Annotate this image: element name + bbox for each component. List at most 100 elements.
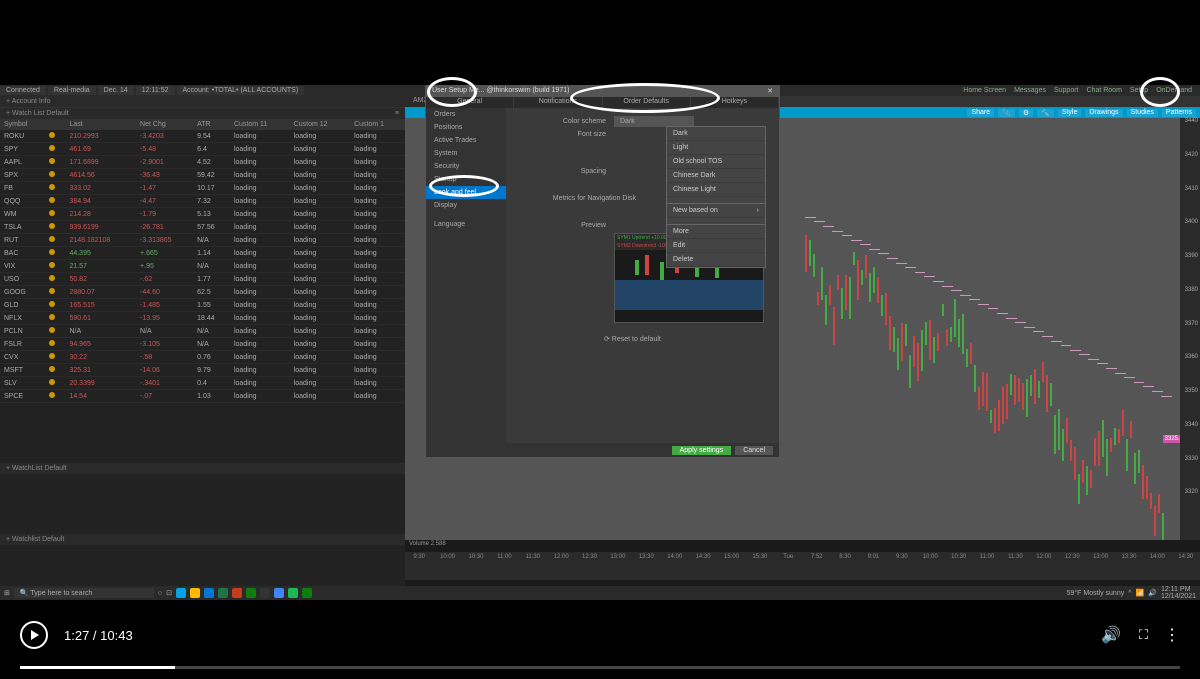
settings-sidebar-item[interactable]: System: [426, 147, 506, 160]
modal-tab[interactable]: Order Defaults: [603, 97, 691, 108]
watchlist-row[interactable]: PCLNN/AN/AN/Aloadingloadingloading: [0, 325, 405, 338]
settings-sidebar-item[interactable]: Language: [426, 218, 506, 231]
watchlist-3-header[interactable]: + Watchlist Default: [0, 534, 405, 545]
chart-toolbar-button[interactable]: Studies: [1127, 109, 1158, 117]
watchlist-row[interactable]: RUT2148.182108-3.313865N/Aloadingloading…: [0, 234, 405, 247]
column-header[interactable]: Custom 1: [350, 119, 405, 130]
color-scheme-option[interactable]: Edit: [667, 239, 765, 253]
chart-toolbar-button[interactable]: Style: [1058, 109, 1082, 117]
color-scheme-option[interactable]: Delete: [667, 253, 765, 267]
account-selector[interactable]: Account: •TOTAL• (ALL ACCOUNTS): [177, 86, 305, 95]
start-icon[interactable]: ⊞: [4, 589, 10, 597]
watchlist-row[interactable]: TSLA939.6199-26.78157.56loadingloadinglo…: [0, 221, 405, 234]
watchlist-row[interactable]: ROKU210.2993-3.42039.54loadingloadingloa…: [0, 130, 405, 143]
volume-icon[interactable]: 🔊: [1148, 589, 1157, 597]
tray-chevron-icon[interactable]: ^: [1128, 590, 1131, 597]
watchlist-row[interactable]: FB333.02-1.4710.17loadingloadingloading: [0, 182, 405, 195]
watchlist-header[interactable]: + Watch List Default ≡: [0, 108, 405, 119]
wifi-icon[interactable]: 📶: [1136, 589, 1145, 597]
column-header[interactable]: Custom 12: [290, 119, 350, 130]
explorer-icon[interactable]: [190, 588, 200, 598]
color-scheme-option[interactable]: Chinese Dark: [667, 169, 765, 183]
column-header[interactable]: ATR: [193, 119, 230, 130]
chart-toolbar-button[interactable]: ⚙: [1019, 109, 1033, 117]
volume-icon[interactable]: 🔊: [1101, 625, 1121, 645]
column-header[interactable]: Net Chg: [136, 119, 193, 130]
video-progress[interactable]: [20, 666, 1180, 669]
task-view-icon[interactable]: ○: [158, 590, 162, 597]
settings-sidebar-item[interactable]: Orders: [426, 108, 506, 121]
watchlist-row[interactable]: SLV20.3399-.34010.4loadingloadingloading: [0, 377, 405, 390]
app-icon[interactable]: [260, 588, 270, 598]
tos-icon[interactable]: [302, 588, 312, 598]
watchlist-2-header[interactable]: + WatchList Default: [0, 463, 405, 474]
powerpoint-icon[interactable]: [232, 588, 242, 598]
weather-widget[interactable]: 59°F Mostly sunny: [1067, 590, 1125, 597]
more-icon[interactable]: ⋮: [1164, 625, 1180, 645]
settings-sidebar-item[interactable]: Display: [426, 199, 506, 212]
messages-link[interactable]: Messages: [1014, 87, 1046, 94]
chat-room-link[interactable]: Chat Room: [1087, 87, 1122, 94]
column-header[interactable]: Symbol: [0, 119, 45, 130]
color-scheme-option[interactable]: [667, 197, 765, 204]
column-header[interactable]: Last: [65, 119, 136, 130]
play-button[interactable]: [20, 621, 48, 649]
edge-icon[interactable]: [176, 588, 186, 598]
settings-sidebar-item[interactable]: Look and feel: [426, 186, 506, 199]
ondemand-link[interactable]: OnDemand: [1156, 87, 1192, 94]
color-scheme-option[interactable]: Chinese Light: [667, 183, 765, 197]
color-scheme-option[interactable]: Dark: [667, 127, 765, 141]
home-screen-link[interactable]: Home Screen: [963, 87, 1006, 94]
apply-settings-button[interactable]: Apply settings: [672, 446, 732, 455]
watchlist-row[interactable]: QQQ384.94-4.477.32loadingloadingloading: [0, 195, 405, 208]
color-scheme-option[interactable]: More: [667, 225, 765, 239]
cancel-button[interactable]: Cancel: [735, 446, 773, 455]
watchlist-row[interactable]: SPCE14.54-.071.03loadingloadingloading: [0, 390, 405, 403]
color-scheme-option[interactable]: Old school TOS: [667, 155, 765, 169]
xbox-icon[interactable]: [246, 588, 256, 598]
modal-tab[interactable]: Notifications: [514, 97, 602, 108]
color-scheme-option[interactable]: Light: [667, 141, 765, 155]
watchlist-row[interactable]: NFLX590.61-13.9518.44loadingloadingloadi…: [0, 312, 405, 325]
watchlist-row[interactable]: MSFT325.31-14.069.79loadingloadingloadin…: [0, 364, 405, 377]
taskbar-search[interactable]: 🔍 Type here to search: [14, 588, 154, 598]
chrome-icon[interactable]: [274, 588, 284, 598]
chart-toolbar-button[interactable]: Patterns: [1162, 109, 1196, 117]
watchlist-row[interactable]: FSLR94.965-3.105N/Aloadingloadingloading: [0, 338, 405, 351]
support-link[interactable]: Support: [1054, 87, 1079, 94]
clock[interactable]: 12:11 PM12/14/2021: [1161, 586, 1196, 600]
close-icon[interactable]: ✕: [767, 87, 773, 96]
column-header[interactable]: Custom 11: [230, 119, 290, 130]
spotify-icon[interactable]: [288, 588, 298, 598]
modal-tab[interactable]: Hotkeys: [691, 97, 779, 108]
chart-toolbar-button[interactable]: Share: [967, 109, 994, 117]
watchlist-row[interactable]: CVX30.22-.580.76loadingloadingloading: [0, 351, 405, 364]
modal-tab[interactable]: General: [426, 97, 514, 108]
settings-sidebar-item[interactable]: Startup: [426, 173, 506, 186]
watchlist-row[interactable]: GLD165.515-1.4851.55loadingloadingloadin…: [0, 299, 405, 312]
fullscreen-exit-icon[interactable]: ⛶: [1139, 627, 1146, 643]
color-scheme-option[interactable]: [667, 218, 765, 225]
watchlist-row[interactable]: WM214.28-1.795.13loadingloadingloading: [0, 208, 405, 221]
settings-sidebar-item[interactable]: Active Trades: [426, 134, 506, 147]
column-header[interactable]: [45, 119, 65, 130]
watchlist-row[interactable]: VIX21.57+.95N/Aloadingloadingloading: [0, 260, 405, 273]
setup-link[interactable]: Setup: [1130, 87, 1148, 94]
settings-sidebar-item[interactable]: Security: [426, 160, 506, 173]
chart-toolbar-button[interactable]: Drawings: [1085, 109, 1122, 117]
chart-toolbar-button[interactable]: 🔧: [1037, 109, 1054, 117]
color-scheme-option[interactable]: New based on: [667, 204, 765, 218]
watchlist-row[interactable]: AAPL171.6899-2.90014.52loadingloadingloa…: [0, 156, 405, 169]
watchlist-row[interactable]: SPY461.69-5.486.4loadingloadingloading: [0, 143, 405, 156]
excel-icon[interactable]: [218, 588, 228, 598]
watchlist-row[interactable]: BAC44.395+.6651.14loadingloadingloading: [0, 247, 405, 260]
cortana-icon[interactable]: ⊡: [166, 589, 172, 597]
reset-default-link[interactable]: ⟳ Reset to default: [604, 336, 661, 343]
watchlist-settings-icon[interactable]: ≡: [395, 110, 399, 117]
watchlist-row[interactable]: GOOG2880.07-44.6062.5loadingloadingloadi…: [0, 286, 405, 299]
settings-sidebar-item[interactable]: Positions: [426, 121, 506, 134]
watchlist-row[interactable]: USO50.82-.621.77loadingloadingloading: [0, 273, 405, 286]
chart-toolbar-button[interactable]: 📎: [998, 109, 1015, 117]
mail-icon[interactable]: [204, 588, 214, 598]
watchlist-row[interactable]: SPX4614.56-36.4359.42loadingloadingloadi…: [0, 169, 405, 182]
